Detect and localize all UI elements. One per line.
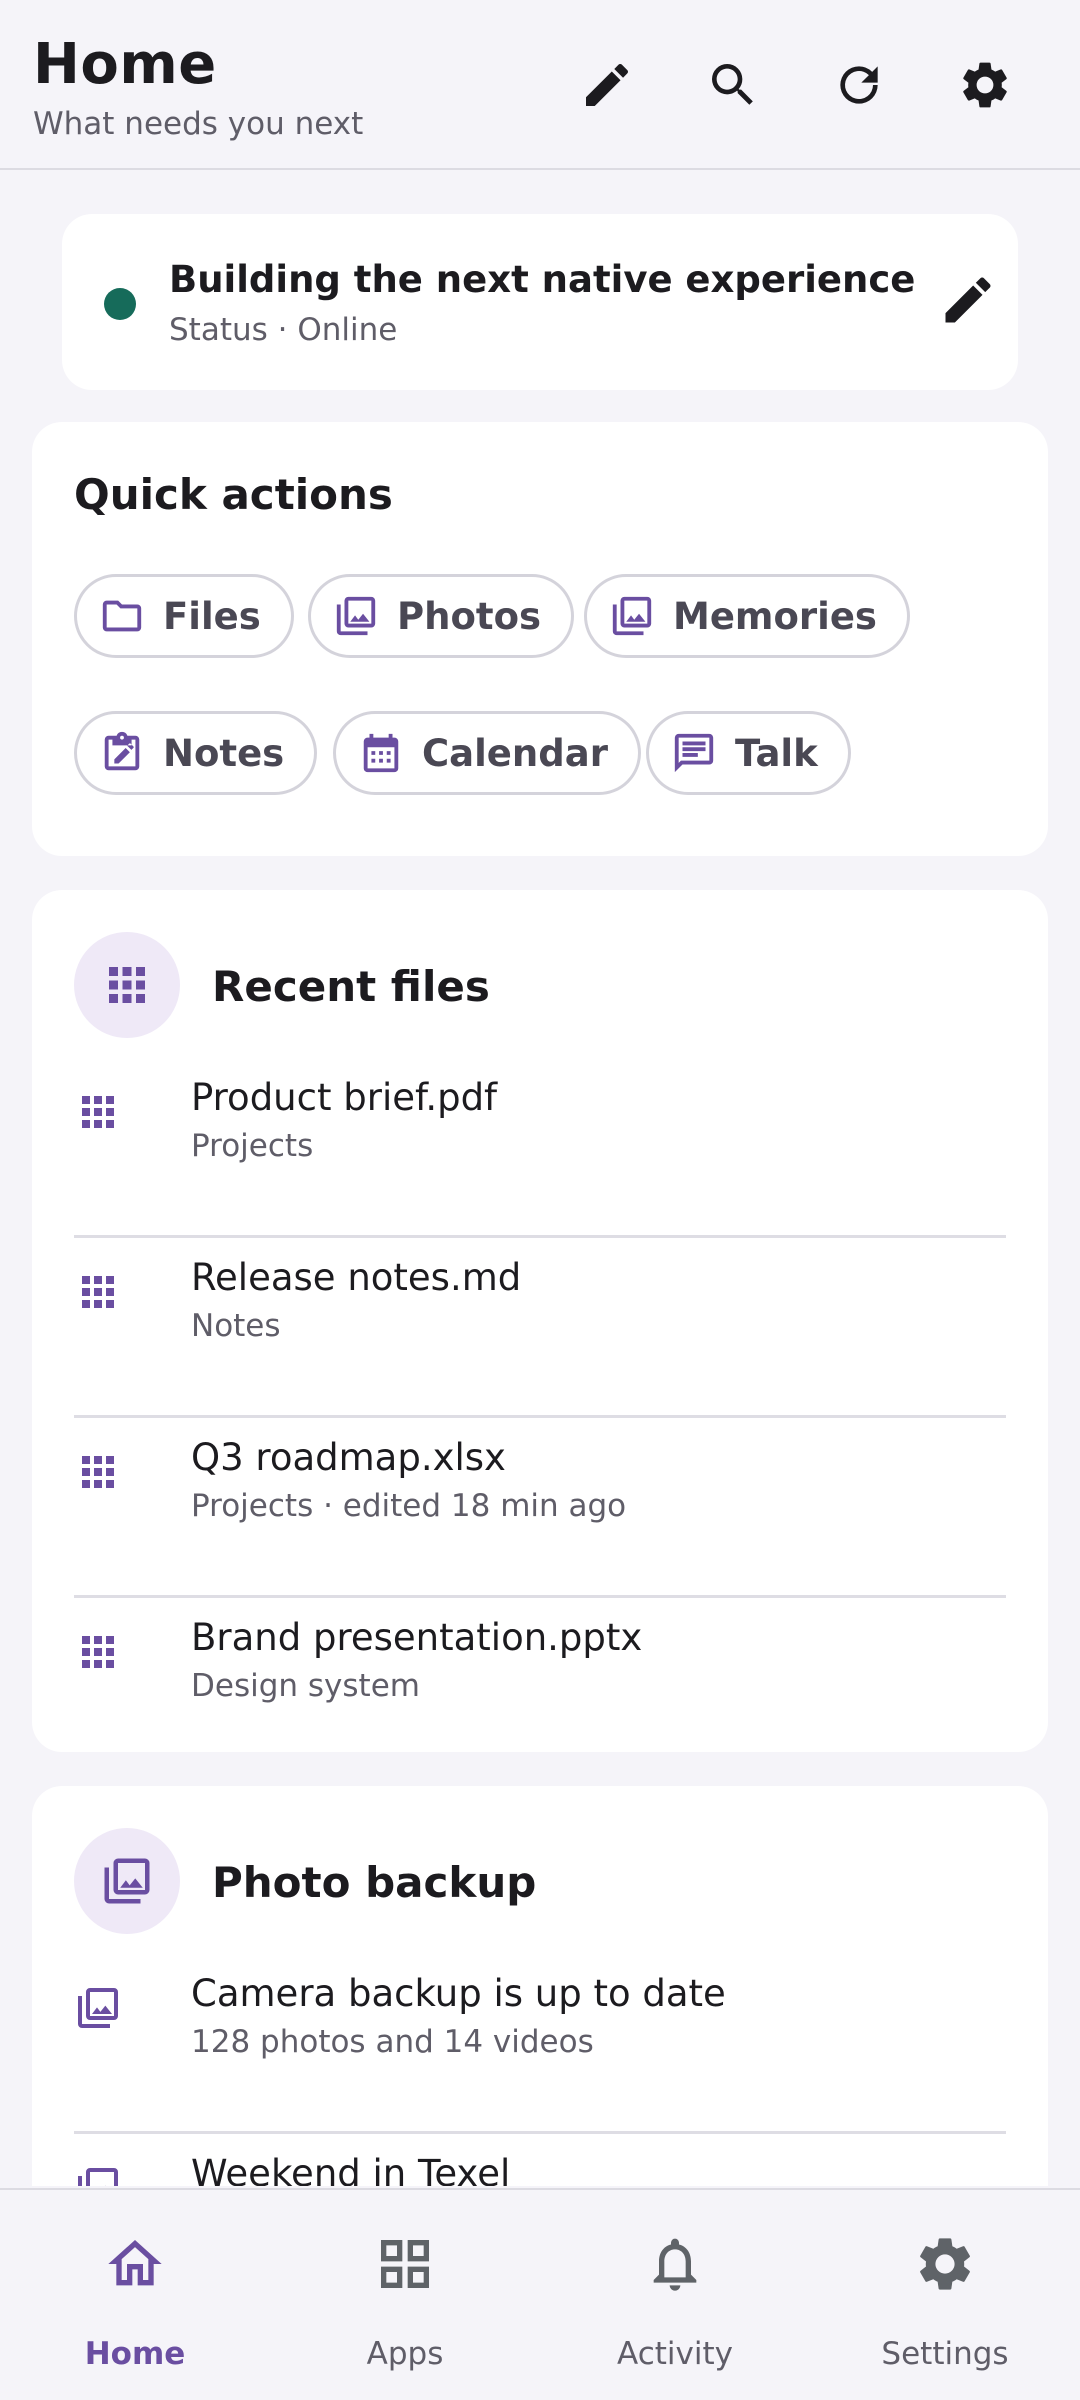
file-row[interactable]: Release notes.md Notes xyxy=(74,1238,1006,1418)
search-button[interactable] xyxy=(698,50,768,120)
file-name: Release notes.md xyxy=(191,1256,522,1299)
chip-label: Photos xyxy=(397,594,542,638)
pencil-icon xyxy=(579,57,635,113)
photo-backup-section-icon xyxy=(74,1828,180,1934)
file-meta: Projects · edited 18 min ago xyxy=(191,1488,627,1524)
chip-label: Notes xyxy=(163,731,285,775)
file-meta: Design system xyxy=(191,1668,420,1704)
photos-icon xyxy=(100,1854,154,1908)
bell-icon xyxy=(643,2232,707,2296)
recent-files-title: Recent files xyxy=(212,962,490,1011)
home-icon xyxy=(103,2232,167,2296)
nav-label: Home xyxy=(84,2336,186,2372)
top-app-bar: Home What needs you next xyxy=(0,0,1080,170)
edit-button[interactable] xyxy=(572,50,642,120)
chat-icon xyxy=(671,730,717,776)
quick-actions-title: Quick actions xyxy=(74,470,393,519)
backup-meta: 128 photos and 14 videos xyxy=(191,2024,594,2060)
photos-icon xyxy=(74,1984,126,2036)
refresh-button[interactable] xyxy=(824,50,894,120)
folder-icon xyxy=(99,593,145,639)
file-name: Q3 roadmap.xlsx xyxy=(191,1436,506,1479)
grid-dots-icon xyxy=(74,1448,126,1500)
gear-icon xyxy=(913,2232,977,2296)
page-title: Home xyxy=(33,32,217,97)
file-name: Product brief.pdf xyxy=(191,1076,498,1119)
page-subtitle: What needs you next xyxy=(33,106,364,142)
quick-actions-card: Quick actions Files Photos Memories Note… xyxy=(32,422,1048,856)
file-meta: Notes xyxy=(191,1308,281,1344)
chip-calendar[interactable]: Calendar xyxy=(333,711,641,795)
backup-title: Weekend in Texel xyxy=(191,2152,511,2186)
nav-label: Activity xyxy=(617,2336,733,2372)
chip-label: Files xyxy=(163,594,261,638)
status-card[interactable]: Building the next native experience Stat… xyxy=(62,214,1018,390)
chip-label: Calendar xyxy=(422,731,608,775)
photos-icon xyxy=(609,593,655,639)
home-screen: Home What needs you next Building the ne… xyxy=(0,0,1080,2400)
photos-icon xyxy=(333,593,379,639)
grid-dots-icon xyxy=(74,1628,126,1680)
chip-talk[interactable]: Talk xyxy=(646,711,851,795)
apps-grid-icon xyxy=(373,2232,437,2296)
photo-backup-title: Photo backup xyxy=(212,1858,537,1907)
chip-notes[interactable]: Notes xyxy=(74,711,318,795)
settings-button[interactable] xyxy=(950,50,1020,120)
refresh-icon xyxy=(831,57,887,113)
photos-icon xyxy=(74,2164,126,2186)
bottom-navigation: Home Apps Activity Settings xyxy=(0,2188,1080,2400)
status-title: Building the next native experience xyxy=(169,258,916,301)
file-meta: Projects xyxy=(191,1128,314,1164)
chip-label: Talk xyxy=(735,731,818,775)
nav-settings[interactable]: Settings xyxy=(810,2190,1080,2400)
backup-row[interactable]: Camera backup is up to date 128 photos a… xyxy=(74,1954,1006,2134)
grid-dots-icon xyxy=(74,1088,126,1140)
calendar-icon xyxy=(358,730,404,776)
nav-apps[interactable]: Apps xyxy=(270,2190,540,2400)
chip-label: Memories xyxy=(673,594,877,638)
backup-row[interactable]: Weekend in Texel xyxy=(74,2134,1006,2186)
nav-home[interactable]: Home xyxy=(0,2190,270,2400)
nav-label: Apps xyxy=(366,2336,444,2372)
photo-backup-card: Photo backup Camera backup is up to date… xyxy=(32,1786,1048,2186)
chip-photos[interactable]: Photos xyxy=(308,574,575,658)
grid-dots-icon xyxy=(74,1268,126,1320)
pencil-icon xyxy=(938,270,998,330)
search-icon xyxy=(705,57,761,113)
grid-dots-icon xyxy=(100,958,154,1012)
scroll-content[interactable]: Building the next native experience Stat… xyxy=(0,172,1080,2186)
backup-title: Camera backup is up to date xyxy=(191,1972,726,2015)
nav-label: Settings xyxy=(881,2336,1009,2372)
chip-files[interactable]: Files xyxy=(74,574,294,658)
file-row[interactable]: Q3 roadmap.xlsx Projects · edited 18 min… xyxy=(74,1418,1006,1598)
edit-status-button[interactable] xyxy=(938,270,1002,334)
online-status-dot xyxy=(104,288,136,320)
status-subtitle: Status · Online xyxy=(169,312,398,348)
recent-files-section-icon xyxy=(74,932,180,1038)
recent-files-card: Recent files Product brief.pdf Projects … xyxy=(32,890,1048,1752)
chip-memories[interactable]: Memories xyxy=(584,574,910,658)
clipboard-icon xyxy=(99,730,145,776)
file-name: Brand presentation.pptx xyxy=(191,1616,643,1659)
file-row[interactable]: Product brief.pdf Projects xyxy=(74,1058,1006,1238)
gear-icon xyxy=(957,57,1013,113)
nav-activity[interactable]: Activity xyxy=(540,2190,810,2400)
file-row[interactable]: Brand presentation.pptx Design system xyxy=(74,1598,1006,1778)
